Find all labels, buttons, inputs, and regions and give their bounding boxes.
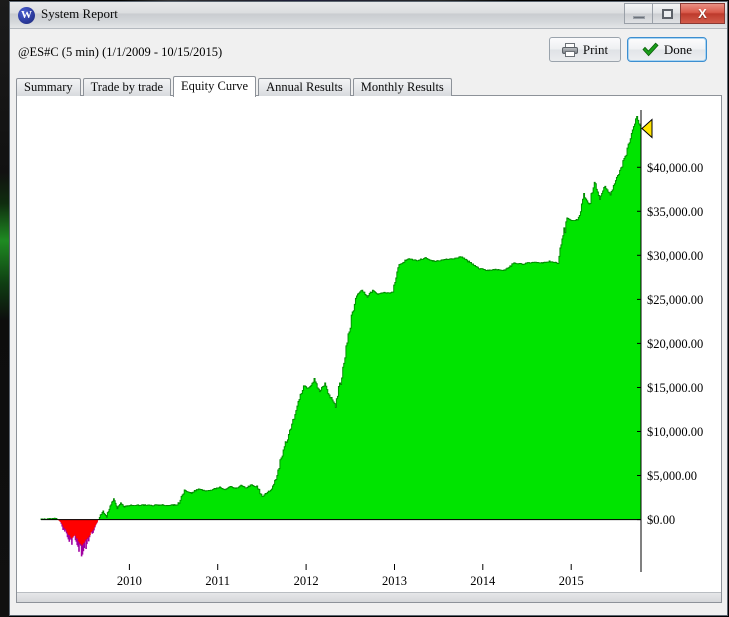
y-tick-label: $5,000.00	[647, 469, 697, 483]
report-tabs: Summary Trade by trade Equity Curve Annu…	[16, 76, 454, 97]
title-bar: W System Report X	[10, 2, 727, 29]
tab-monthly-results[interactable]: Monthly Results	[352, 78, 452, 96]
background-window-strip	[0, 0, 9, 617]
x-tick-label: 2011	[205, 574, 230, 588]
close-icon: X	[698, 6, 707, 21]
printer-icon	[561, 42, 578, 57]
y-tick-label: $35,000.00	[647, 205, 703, 219]
symbol-and-daterange: @ES#C (5 min) (1/1/2009 - 10/15/2015)	[18, 45, 223, 59]
print-button[interactable]: Print	[549, 37, 621, 62]
tab-trade-by-trade[interactable]: Trade by trade	[82, 78, 172, 96]
w-logo-icon: W	[18, 7, 35, 24]
equity-curve-chart: $0.00 $5,000.00 $10,000.00 $15,000.00 $20,00…	[40, 110, 703, 588]
tab-annual-results[interactable]: Annual Results	[258, 78, 351, 96]
y-tick-label: $0.00	[647, 513, 675, 527]
y-tick-label: $30,000.00	[647, 249, 703, 263]
close-button[interactable]: X	[680, 3, 725, 24]
maximize-button[interactable]	[652, 3, 681, 24]
minimize-button[interactable]	[624, 3, 653, 24]
x-tick-label: 2015	[559, 574, 584, 588]
y-tick-label: $40,000.00	[647, 161, 703, 175]
y-tick-label: $25,000.00	[647, 293, 703, 307]
x-tick-label: 2014	[470, 574, 496, 588]
checkmark-icon	[642, 42, 659, 57]
y-tick-label: $20,000.00	[647, 337, 703, 351]
print-button-label: Print	[582, 41, 609, 57]
plot-layer	[40, 116, 653, 557]
y-tick-label: $10,000.00	[647, 425, 703, 439]
system-report-window: W System Report X @ES#C (5 min) (1/1/200…	[9, 1, 728, 616]
end-of-curve-marker	[641, 118, 653, 139]
done-button-label: Done	[663, 41, 693, 57]
tab-summary[interactable]: Summary	[16, 78, 81, 96]
x-tick-label: 2013	[382, 574, 407, 588]
minimize-icon	[633, 16, 645, 19]
equity-area	[40, 116, 642, 521]
tab-equity-curve[interactable]: Equity Curve	[173, 76, 257, 97]
window-title: System Report	[41, 6, 118, 21]
done-button[interactable]: Done	[627, 37, 707, 62]
y-tick-label: $15,000.00	[647, 381, 703, 395]
desktop-background: W System Report X @ES#C (5 min) (1/1/200…	[0, 0, 729, 617]
window-controls: X	[624, 3, 725, 24]
x-tick-label: 2010	[117, 574, 142, 588]
x-tick-label: 2012	[294, 574, 319, 588]
restore-icon	[662, 9, 673, 19]
report-header: @ES#C (5 min) (1/1/2009 - 10/15/2015) Pr…	[10, 29, 727, 73]
equity-curve-panel: $0.00 $5,000.00 $10,000.00 $15,000.00 $20,00…	[16, 95, 722, 603]
status-strip	[17, 592, 721, 602]
